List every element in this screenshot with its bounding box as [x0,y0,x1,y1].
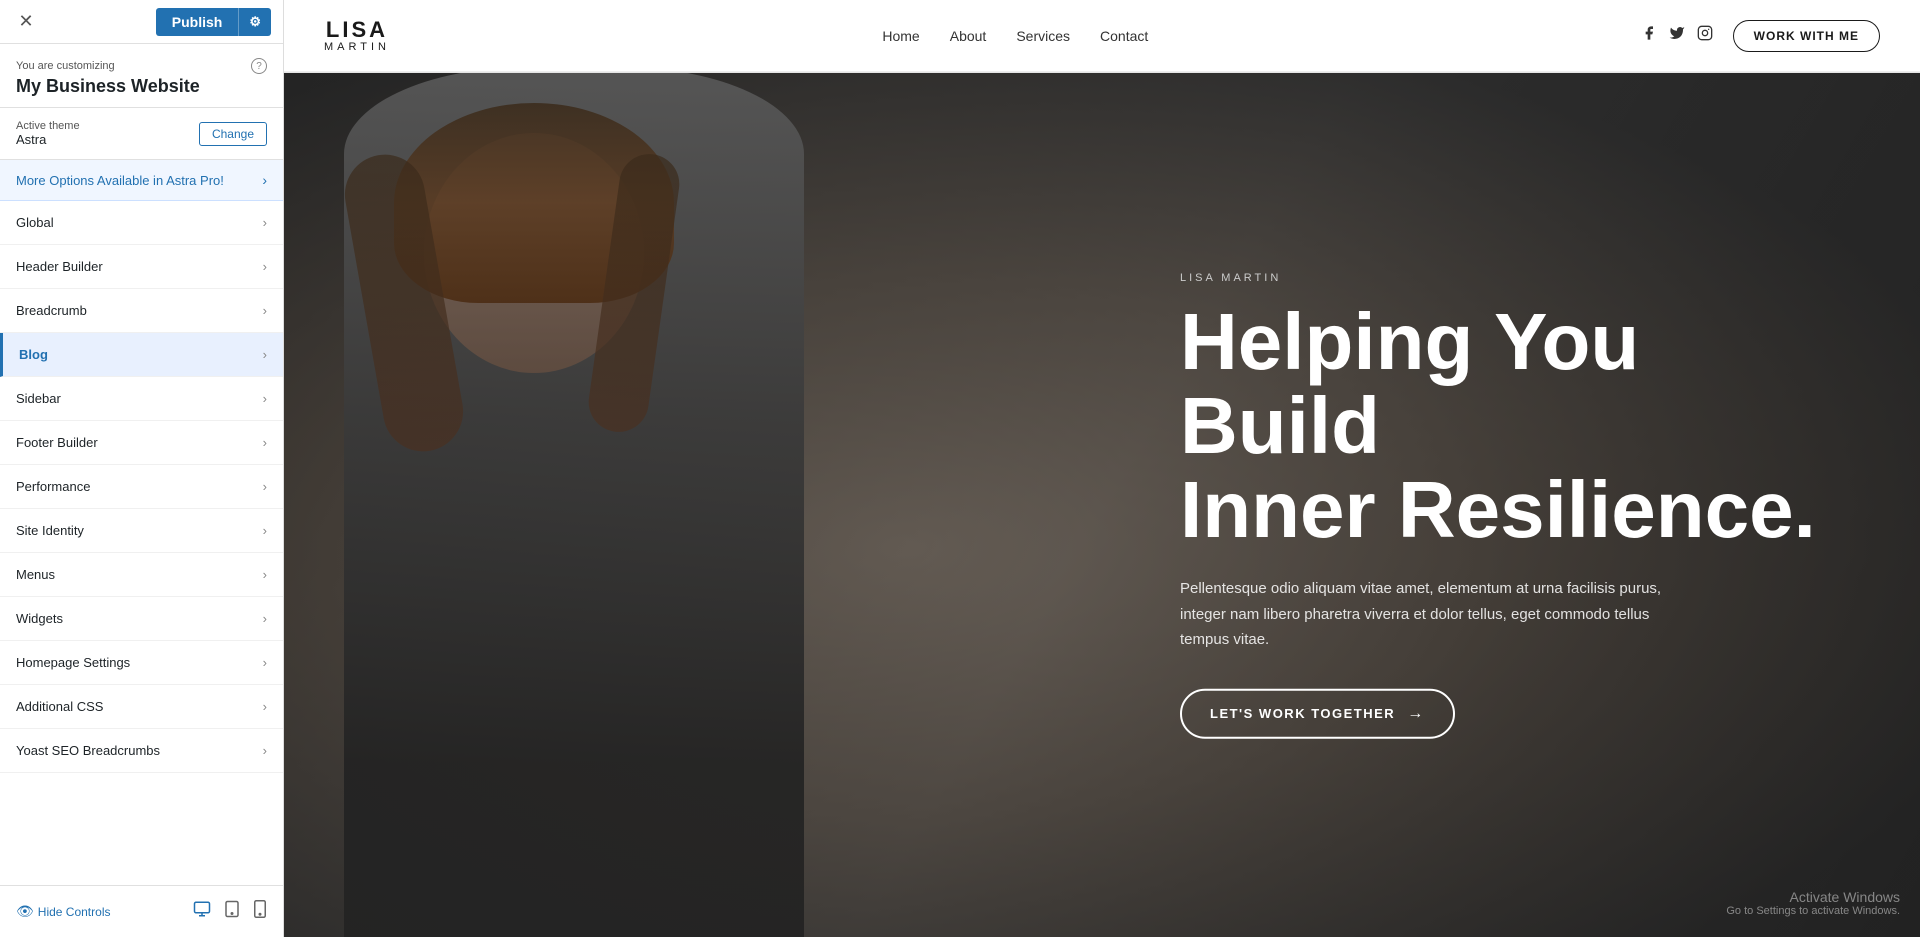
theme-name: Astra [16,132,80,147]
chevron-right-icon: › [262,172,267,188]
instagram-icon[interactable] [1697,25,1713,46]
hero-cta-button[interactable]: LET'S WORK TOGETHER → [1180,688,1455,738]
twitter-icon[interactable] [1669,25,1685,46]
chevron-right-icon: › [263,259,267,274]
nav-link-home[interactable]: Home [882,28,919,44]
site-logo: LISA MARTIN [324,19,390,53]
desktop-view-icon[interactable] [193,900,211,923]
hero-cta-label: LET'S WORK TOGETHER [1210,706,1395,721]
mobile-view-icon[interactable] [253,900,267,923]
chevron-right-icon: › [263,611,267,626]
logo-sub: MARTIN [324,41,390,53]
hero-section: LISA MARTIN Helping You Build Inner Resi… [284,73,1920,937]
astra-pro-text: More Options Available in Astra Pro! [16,173,224,188]
nav-link-services[interactable]: Services [1016,28,1070,44]
chevron-right-icon: › [263,479,267,494]
sidebar-item-additional-css[interactable]: Additional CSS › [0,685,283,729]
website-content: LISA MARTIN Home About Services Contact [284,0,1920,937]
customizer-panel: ✕ Publish ⚙ You are customizing ? My Bus… [0,0,284,937]
nav-link-contact[interactable]: Contact [1100,28,1148,44]
website-preview: LISA MARTIN Home About Services Contact [284,0,1920,937]
eye-icon: 👁 [16,903,34,920]
nav-right: WORK WITH ME [1641,20,1880,52]
nav-link-about[interactable]: About [950,28,987,44]
publish-label: Publish [156,8,239,36]
hide-controls-button[interactable]: 👁 Hide Controls [16,903,110,920]
chevron-right-icon: › [263,215,267,230]
chevron-right-icon: › [263,303,267,318]
theme-section: Active theme Astra Change [0,108,283,160]
chevron-right-icon: › [263,699,267,714]
logo-name: LISA [326,19,388,41]
work-with-me-button[interactable]: WORK WITH ME [1733,20,1880,52]
chevron-right-icon: › [263,435,267,450]
customizer-menu-list: Global › Header Builder › Breadcrumb › B… [0,201,283,885]
hero-subtext: Pellentesque odio aliquam vitae amet, el… [1180,576,1700,653]
nav-links: Home About Services Contact [882,28,1148,44]
site-title: My Business Website [16,76,267,97]
tablet-view-icon[interactable] [223,900,241,923]
customizing-info: You are customizing ? My Business Websit… [0,44,283,108]
nav-divider [284,72,1920,73]
active-theme-label: Active theme [16,120,80,132]
sidebar-item-homepage-settings[interactable]: Homepage Settings › [0,641,283,685]
sidebar-item-global[interactable]: Global › [0,201,283,245]
hero-content: LISA MARTIN Helping You Build Inner Resi… [1180,272,1860,739]
chevron-right-icon: › [263,743,267,758]
chevron-right-icon: › [263,523,267,538]
sidebar-item-performance[interactable]: Performance › [0,465,283,509]
view-icons [193,900,267,923]
chevron-right-icon: › [263,655,267,670]
social-icons [1641,25,1713,46]
sidebar-item-breadcrumb[interactable]: Breadcrumb › [0,289,283,333]
sidebar-item-footer-builder[interactable]: Footer Builder › [0,421,283,465]
chevron-right-icon: › [263,391,267,406]
sidebar-item-site-identity[interactable]: Site Identity › [0,509,283,553]
close-button[interactable]: ✕ [12,8,40,36]
sidebar-item-yoast-seo[interactable]: Yoast SEO Breadcrumbs › [0,729,283,773]
hero-heading: Helping You Build Inner Resilience. [1180,300,1860,552]
gear-icon[interactable]: ⚙ [238,8,271,36]
change-theme-button[interactable]: Change [199,122,267,146]
site-navigation: LISA MARTIN Home About Services Contact [284,0,1920,72]
bottom-bar: 👁 Hide Controls [0,885,283,937]
astra-pro-banner[interactable]: More Options Available in Astra Pro! › [0,160,283,201]
help-icon[interactable]: ? [251,58,267,74]
facebook-icon[interactable] [1641,25,1657,46]
hero-tagline: LISA MARTIN [1180,272,1860,284]
top-bar: ✕ Publish ⚙ [0,0,283,44]
chevron-right-icon: › [263,347,267,362]
arrow-icon: → [1407,704,1425,722]
sidebar-item-menus[interactable]: Menus › [0,553,283,597]
sidebar-item-header-builder[interactable]: Header Builder › [0,245,283,289]
sidebar-item-widgets[interactable]: Widgets › [0,597,283,641]
sidebar-item-blog[interactable]: Blog › [0,333,283,377]
sidebar-item-sidebar[interactable]: Sidebar › [0,377,283,421]
customizing-label: You are customizing ? [16,58,267,74]
chevron-right-icon: › [263,567,267,582]
publish-button[interactable]: Publish ⚙ [156,8,271,36]
